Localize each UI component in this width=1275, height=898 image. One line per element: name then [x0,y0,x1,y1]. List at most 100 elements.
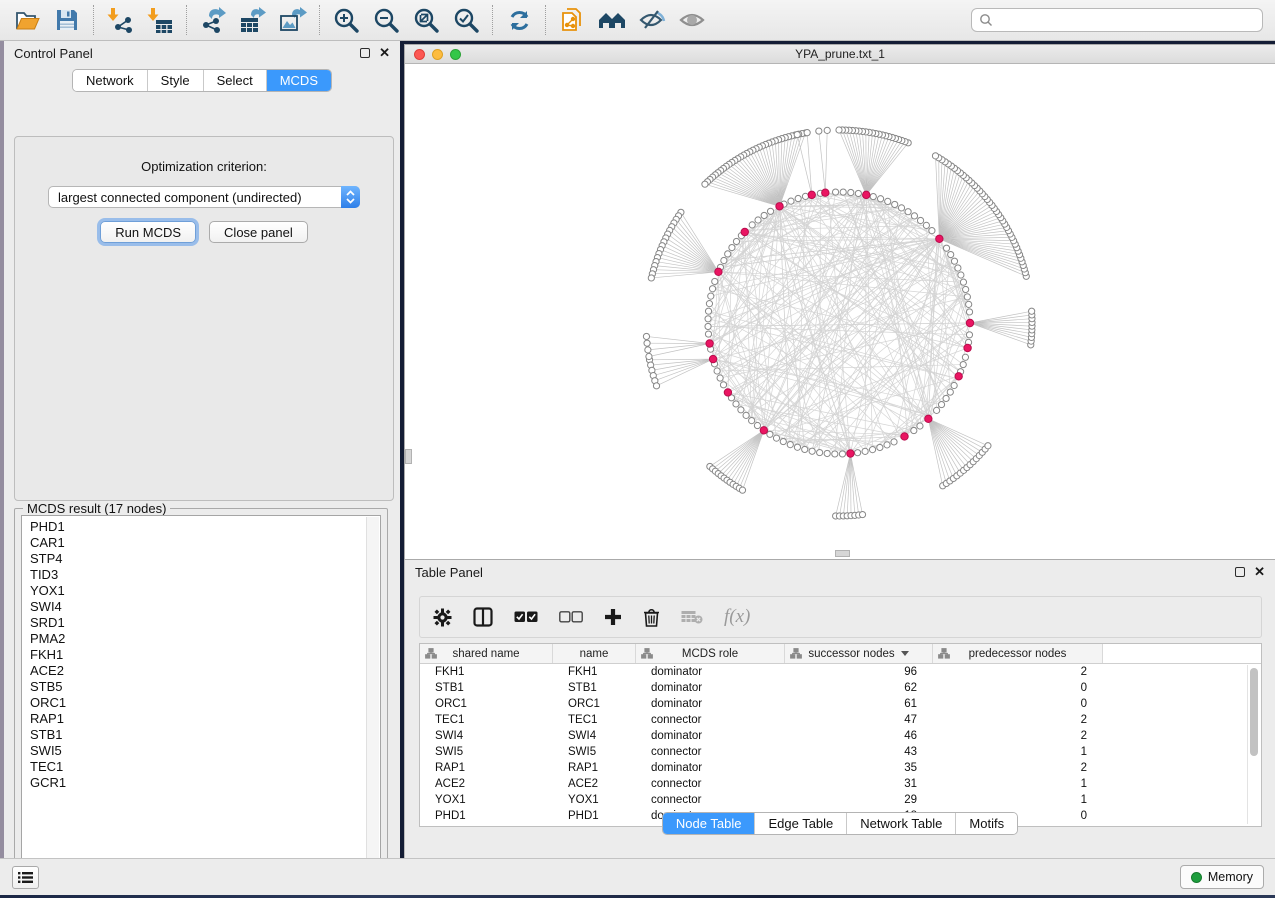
cell[interactable]: 1 [933,746,1103,758]
search-input[interactable] [998,13,1255,27]
network-node[interactable] [643,333,649,339]
cell[interactable]: FKH1 [553,666,636,678]
cell[interactable]: connector [636,746,785,758]
delete-column-button[interactable] [643,608,660,627]
cell[interactable]: ACE2 [553,778,636,790]
network-node[interactable] [862,448,868,454]
table-row[interactable]: ORC1ORC1dominator610 [420,696,1261,712]
cell[interactable]: 96 [785,666,933,678]
network-node[interactable] [720,382,726,388]
table-scrollbar[interactable] [1247,665,1259,824]
network-node[interactable] [943,245,949,251]
hide-panel-button[interactable] [637,5,667,35]
mcds-node[interactable] [863,191,870,198]
network-node[interactable] [788,198,794,204]
mcds-result-item[interactable]: SRD1 [30,615,380,631]
mcds-node[interactable] [822,189,829,196]
network-node[interactable] [932,153,938,159]
tab-network-table[interactable]: Network Table [846,813,955,834]
network-node[interactable] [905,209,911,215]
edge[interactable] [713,430,764,469]
table-settings-button[interactable] [433,608,452,627]
network-node[interactable] [794,444,800,450]
network-vscroll-thumb[interactable] [405,449,412,464]
mcds-result-item[interactable]: PHD1 [30,519,380,535]
cell[interactable]: YOX1 [420,794,553,806]
network-node[interactable] [966,301,972,307]
tab-network[interactable]: Network [73,70,147,91]
network-node[interactable] [911,427,917,433]
network-node[interactable] [855,450,861,456]
mcds-node[interactable] [955,373,962,380]
cell[interactable]: connector [636,714,785,726]
edge[interactable] [866,143,908,195]
network-graph[interactable] [405,64,1274,559]
select-all-rows-button[interactable] [514,611,538,623]
mcds-result-item[interactable]: RAP1 [30,711,380,727]
network-node[interactable] [749,418,755,424]
edge[interactable] [646,336,709,343]
mcds-result-item[interactable]: TEC1 [30,759,380,775]
deselect-all-rows-button[interactable] [559,611,583,623]
network-node[interactable] [891,439,897,445]
cell[interactable]: dominator [636,666,785,678]
mcds-node[interactable] [760,427,767,434]
cell[interactable]: SWI5 [553,746,636,758]
edge[interactable] [850,454,858,515]
table-row[interactable]: ACE2ACE2connector311 [420,776,1261,792]
mcds-node[interactable] [776,203,783,210]
edge[interactable] [780,133,806,206]
cell[interactable]: FKH1 [420,666,553,678]
cell[interactable]: 61 [785,698,933,710]
network-node[interactable] [809,448,815,454]
cell[interactable]: RAP1 [553,762,636,774]
network-node[interactable] [1029,308,1035,314]
network-node[interactable] [706,301,712,307]
network-hscroll-thumb[interactable] [835,550,850,557]
network-node[interactable] [653,383,659,389]
edge[interactable] [970,323,1031,337]
table-row[interactable]: RAP1RAP1dominator352 [420,760,1261,776]
cell[interactable]: dominator [636,682,785,694]
mcds-result-item[interactable]: TID3 [30,567,380,583]
zoom-in-button[interactable] [331,5,361,35]
cell[interactable]: 0 [933,698,1103,710]
network-node[interactable] [962,354,968,360]
cell[interactable]: 29 [785,794,933,806]
edge[interactable] [718,430,764,473]
show-panel-button[interactable] [677,5,707,35]
mcds-list-scrollbar[interactable] [366,517,379,872]
cell[interactable]: TEC1 [553,714,636,726]
network-node[interactable] [733,401,739,407]
mcds-node[interactable] [901,433,908,440]
network-node[interactable] [795,195,801,201]
mcds-node[interactable] [741,228,748,235]
network-node[interactable] [702,181,708,187]
edge[interactable] [928,419,973,462]
tab-select[interactable]: Select [203,70,266,91]
export-network-button[interactable] [198,5,228,35]
mcds-node[interactable] [724,389,731,396]
cell[interactable]: dominator [636,698,785,710]
column-header-MCDS-role[interactable]: MCDS role [636,644,785,663]
mcds-node[interactable] [715,268,722,275]
edge[interactable] [721,430,764,476]
tab-mcds[interactable]: MCDS [266,70,331,91]
edge[interactable] [649,343,710,356]
cell[interactable]: SWI4 [553,730,636,742]
network-node[interactable] [917,217,923,223]
network-node[interactable] [869,447,875,453]
network-node[interactable] [780,438,786,444]
mcds-result-item[interactable]: STB5 [30,679,380,695]
network-node[interactable] [714,368,720,374]
memory-button[interactable]: Memory [1180,865,1264,889]
network-node[interactable] [817,449,823,455]
network-node[interactable] [761,212,767,218]
network-node[interactable] [898,205,904,211]
column-header-name[interactable]: name [553,644,636,663]
edge[interactable] [730,430,764,482]
open-file-button[interactable] [12,5,42,35]
table-scrollbar-thumb[interactable] [1250,668,1258,756]
edge[interactable] [843,454,850,516]
cell[interactable]: 1 [933,778,1103,790]
